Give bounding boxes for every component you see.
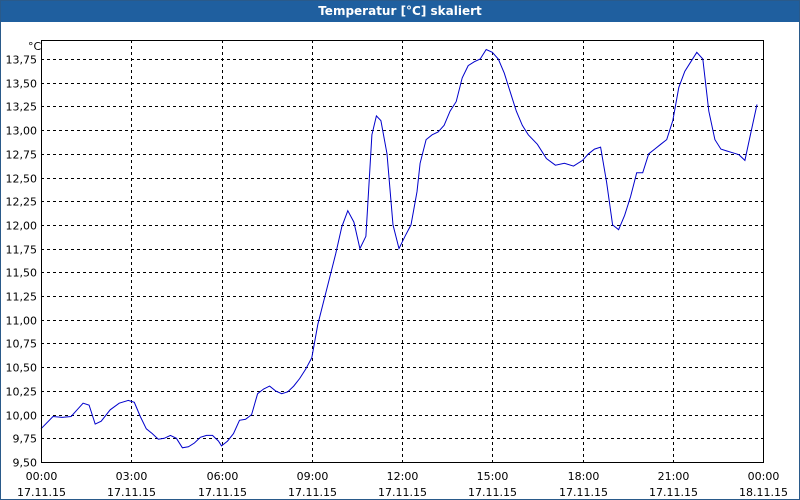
x-tick-time: 00:00 — [748, 470, 780, 483]
x-tick-date: 17.11.15 — [288, 486, 337, 499]
y-tick-label: 13,25 — [6, 101, 38, 114]
x-tick-date: 17.11.15 — [649, 486, 698, 499]
y-tick-label: 12,75 — [6, 149, 38, 162]
x-tick-time: 12:00 — [387, 470, 419, 483]
x-tick-date: 17.11.15 — [559, 486, 608, 499]
y-axis-labels: 9,50 9,75 10,00 10,25 10,50 10,75 11,00 11,25 11… — [6, 54, 38, 470]
y-tick-label: 12,50 — [6, 173, 38, 186]
x-tick-time: 06:00 — [207, 470, 239, 483]
grid — [41, 40, 764, 463]
y-tick-label: 12,25 — [6, 196, 38, 209]
x-tick-time: 03:00 — [116, 470, 148, 483]
y-tick-label: 10,25 — [6, 386, 38, 399]
x-tick-date: 17.11.15 — [17, 486, 66, 499]
y-tick-label: 9,50 — [13, 457, 38, 470]
x-tick-date: 17.11.15 — [468, 486, 517, 499]
x-tick-time: 15:00 — [477, 470, 509, 483]
y-tick-label: 11,25 — [6, 291, 38, 304]
x-tick-date: 17.11.15 — [107, 486, 156, 499]
y-tick-label: 13,00 — [6, 125, 38, 138]
x-tick-date: 17.11.15 — [198, 486, 247, 499]
y-tick-label: 9,75 — [13, 433, 38, 446]
y-tick-label: 13,50 — [6, 78, 38, 91]
x-tick-time: 09:00 — [297, 470, 329, 483]
x-tick-time: 18:00 — [568, 470, 600, 483]
x-axis-labels: 00:00 17.11.15 03:00 17.11.15 06:00 17.11.15 0… — [17, 470, 788, 499]
y-tick-label: 10,00 — [6, 410, 38, 423]
y-tick-label: 10,75 — [6, 338, 38, 351]
y-tick-label: 11,75 — [6, 244, 38, 257]
x-tick-date: 18.11.15 — [739, 486, 788, 499]
y-axis-unit: °C — [28, 40, 42, 53]
y-tick-label: 13,75 — [6, 54, 38, 67]
x-tick-time: 21:00 — [658, 470, 690, 483]
y-tick-label: 11,50 — [6, 267, 38, 280]
x-tick-date: 17.11.15 — [378, 486, 427, 499]
temperature-chart: 9,50 9,75 10,00 10,25 10,50 10,75 11,00 11,25 11… — [6, 40, 788, 499]
y-tick-label: 12,00 — [6, 220, 38, 233]
y-tick-label: 10,50 — [6, 362, 38, 375]
y-tick-label: 11,00 — [6, 315, 38, 328]
temperature-line — [40, 48, 758, 449]
x-tick-time: 00:00 — [26, 470, 58, 483]
